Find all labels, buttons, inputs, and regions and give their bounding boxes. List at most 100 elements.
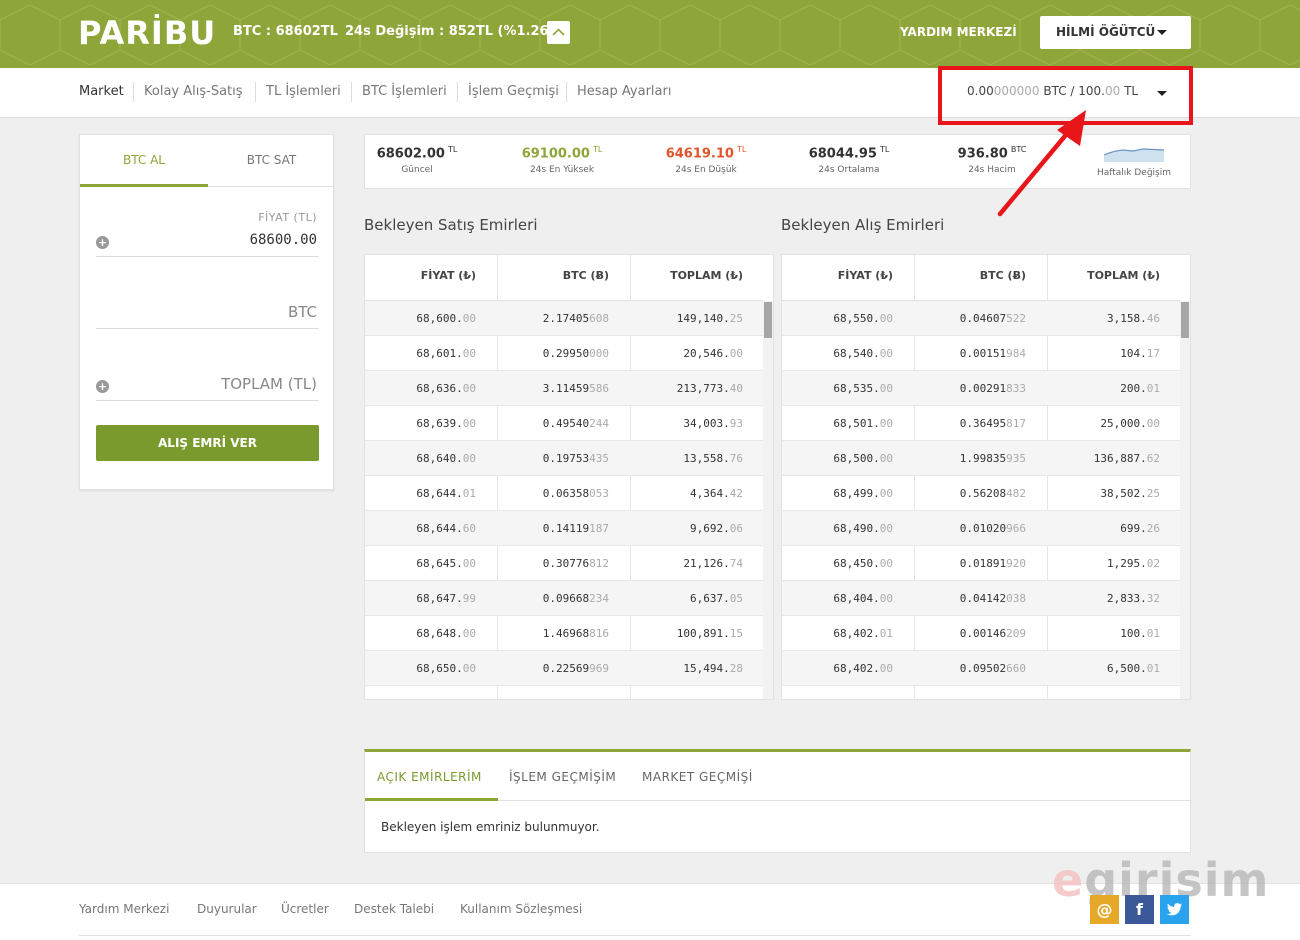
- nav-item-tl-islemleri[interactable]: TL İşlemleri: [266, 84, 341, 99]
- order-price-cell: 68,499.00: [833, 487, 893, 500]
- col-header-total[interactable]: TOPLAM (₺): [1087, 269, 1160, 282]
- order-btc-amount-cell: 1.46968816: [542, 627, 609, 640]
- buy-book-scroll-thumb[interactable]: [1181, 302, 1189, 338]
- order-btc-amount-cell: 1.99835935: [959, 452, 1026, 465]
- order-price-cell: 68,490.00: [833, 522, 893, 535]
- stat-current-unit: TL: [447, 145, 458, 154]
- help-center-link[interactable]: YARDIM MERKEZİ: [900, 25, 1017, 39]
- tab-trade-history[interactable]: İŞLEM GEÇMİŞİM: [509, 770, 616, 784]
- order-row[interactable]: 68,490.00 0.01020966 699.26: [782, 511, 1180, 546]
- nav-item-market[interactable]: Market: [79, 84, 124, 99]
- footer-link-help[interactable]: Yardım Merkezi: [79, 902, 169, 916]
- sell-book-scroll-thumb[interactable]: [764, 302, 772, 338]
- buy-book-header: FİYAT (₺) BTC (Ƀ) TOPLAM (₺): [782, 255, 1180, 301]
- active-tab-indicator: [365, 798, 498, 801]
- order-row[interactable]: 68,499.00 0.56208482 38,502.25: [782, 476, 1180, 511]
- order-total-cell: 699.26: [1120, 522, 1160, 535]
- total-input[interactable]: TOPLAM (TL): [221, 375, 317, 393]
- stat-low: 64619.10 TL 24s En Düşük: [646, 145, 766, 175]
- twitter-icon[interactable]: [1160, 895, 1189, 924]
- order-btc-amount-cell: 0.00146209: [959, 627, 1026, 640]
- caret-down-icon: [1157, 30, 1167, 35]
- tab-btc-sat[interactable]: BTC SAT: [208, 135, 335, 187]
- order-btc-amount-cell: 0.01020966: [959, 522, 1026, 535]
- col-header-price[interactable]: FİYAT (₺): [421, 269, 476, 282]
- order-total-cell: 20,546.00: [683, 347, 743, 360]
- order-btc-amount-cell: 0.49540244: [542, 417, 609, 430]
- orders-history-panel: AÇIK EMİRLERİM İŞLEM GEÇMİŞİM MARKET GEÇ…: [364, 749, 1192, 853]
- order-btc-amount-cell: 0.01891920: [959, 557, 1026, 570]
- order-price-cell: 68,648.00: [416, 627, 476, 640]
- btc-amount-input[interactable]: BTC: [288, 303, 317, 321]
- stat-high: 69100.00 TL 24s En Yüksek: [502, 145, 622, 175]
- footer-link-announcements[interactable]: Duyurular: [197, 902, 257, 916]
- stat-low-unit: TL: [736, 145, 747, 154]
- order-price-cell: 68,636.00: [416, 382, 476, 395]
- price-input[interactable]: 68600.00: [250, 232, 317, 248]
- col-header-price[interactable]: FİYAT (₺): [838, 269, 893, 282]
- sell-order-book: FİYAT (₺) BTC (Ƀ) TOPLAM (₺) 68,600.00 2.…: [364, 254, 774, 700]
- order-btc-amount-cell: 2.17405608: [542, 312, 609, 325]
- order-row[interactable]: 68,402.00 0.09502660 6,500.01: [782, 651, 1180, 686]
- buy-rows: 68,550.00 0.04607522 3,158.46 68,540.00 0.00…: [782, 301, 1180, 686]
- nav-item-kolay-alis-satis[interactable]: Kolay Alış-Satış: [144, 84, 243, 99]
- order-price-cell: 68,647.99: [416, 592, 476, 605]
- nav-item-btc-islemleri[interactable]: BTC İşlemleri: [362, 84, 447, 99]
- stat-high-value: 69100.00: [521, 146, 590, 162]
- paribu-logo[interactable]: PARİBU: [78, 14, 216, 52]
- order-row[interactable]: 68,600.00 2.17405608 149,140.25: [365, 301, 763, 336]
- footer-link-terms[interactable]: Kullanım Sözleşmesi: [460, 902, 582, 916]
- plus-icon[interactable]: +: [96, 380, 109, 393]
- order-price-cell: 68,402.01: [833, 627, 893, 640]
- order-row[interactable]: 68,450.00 0.01891920 1,295.02: [782, 546, 1180, 581]
- order-row[interactable]: 68,404.00 0.04142038 2,833.32: [782, 581, 1180, 616]
- order-row[interactable]: 68,402.01 0.00146209 100.01: [782, 616, 1180, 651]
- order-row[interactable]: 68,535.00 0.00291833 200.01: [782, 371, 1180, 406]
- order-row[interactable]: 68,644.60 0.14119187 9,692.06: [365, 511, 763, 546]
- order-row[interactable]: 68,650.00 0.22569969 15,494.28: [365, 651, 763, 686]
- email-icon[interactable]: @: [1090, 895, 1119, 924]
- stat-average: 68044.95 TL 24s Ortalama: [789, 145, 909, 175]
- order-row[interactable]: 68,648.00 1.46968816 100,891.15: [365, 616, 763, 651]
- plus-icon[interactable]: +: [96, 236, 109, 249]
- order-row[interactable]: 68,640.00 0.19753435 13,558.76: [365, 441, 763, 476]
- tab-btc-al[interactable]: BTC AL: [80, 135, 208, 187]
- order-row[interactable]: 68,500.00 1.99835935 136,887.62: [782, 441, 1180, 476]
- col-header-btc[interactable]: BTC (Ƀ): [563, 269, 609, 282]
- nav-divider: [457, 82, 458, 102]
- order-row[interactable]: 68,636.00 3.11459586 213,773.40: [365, 371, 763, 406]
- total-underline: [96, 400, 319, 401]
- order-total-cell: 2,833.32: [1107, 592, 1160, 605]
- order-total-cell: 200.01: [1120, 382, 1160, 395]
- order-price-cell: 68,501.00: [833, 417, 893, 430]
- footer-link-fees[interactable]: Ücretler: [281, 902, 329, 916]
- order-row[interactable]: 68,501.00 0.36495817 25,000.00: [782, 406, 1180, 441]
- tab-open-orders[interactable]: AÇIK EMİRLERİM: [377, 770, 482, 784]
- sell-book-scrollbar[interactable]: [763, 301, 773, 699]
- order-total-cell: 1,295.02: [1107, 557, 1160, 570]
- facebook-icon[interactable]: f: [1125, 895, 1154, 924]
- order-row[interactable]: 68,645.00 0.30776812 21,126.74: [365, 546, 763, 581]
- user-menu-button[interactable]: HİLMİ ÖĞÜTCÜ: [1040, 16, 1191, 49]
- order-row[interactable]: 68,639.00 0.49540244 34,003.93: [365, 406, 763, 441]
- buy-order-book: FİYAT (₺) BTC (Ƀ) TOPLAM (₺) 68,550.00 0.…: [781, 254, 1191, 700]
- order-total-cell: 100.01: [1120, 627, 1160, 640]
- nav-item-islem-gecmisi[interactable]: İşlem Geçmişi: [468, 84, 559, 99]
- tab-market-history[interactable]: MARKET GEÇMİŞİ: [642, 770, 753, 784]
- buy-book-scrollbar[interactable]: [1180, 301, 1190, 699]
- order-price-cell: 68,600.00: [416, 312, 476, 325]
- col-header-total[interactable]: TOPLAM (₺): [670, 269, 743, 282]
- stat-high-unit: TL: [592, 145, 603, 154]
- order-btc-amount-cell: 0.30776812: [542, 557, 609, 570]
- order-row[interactable]: 68,647.99 0.09668234 6,637.05: [365, 581, 763, 616]
- chevron-up-icon[interactable]: [547, 21, 570, 44]
- order-row[interactable]: 68,540.00 0.00151984 104.17: [782, 336, 1180, 371]
- nav-item-hesap-ayarlari[interactable]: Hesap Ayarları: [577, 84, 671, 99]
- order-row[interactable]: 68,550.00 0.04607522 3,158.46: [782, 301, 1180, 336]
- order-row[interactable]: 68,601.00 0.29950000 20,546.00: [365, 336, 763, 371]
- footer-link-support[interactable]: Destek Talebi: [354, 902, 434, 916]
- order-row[interactable]: 68,644.01 0.06358053 4,364.42: [365, 476, 763, 511]
- order-price-cell: 68,650.00: [416, 662, 476, 675]
- col-header-btc[interactable]: BTC (Ƀ): [980, 269, 1026, 282]
- place-buy-order-button[interactable]: ALIŞ EMRİ VER: [96, 425, 319, 461]
